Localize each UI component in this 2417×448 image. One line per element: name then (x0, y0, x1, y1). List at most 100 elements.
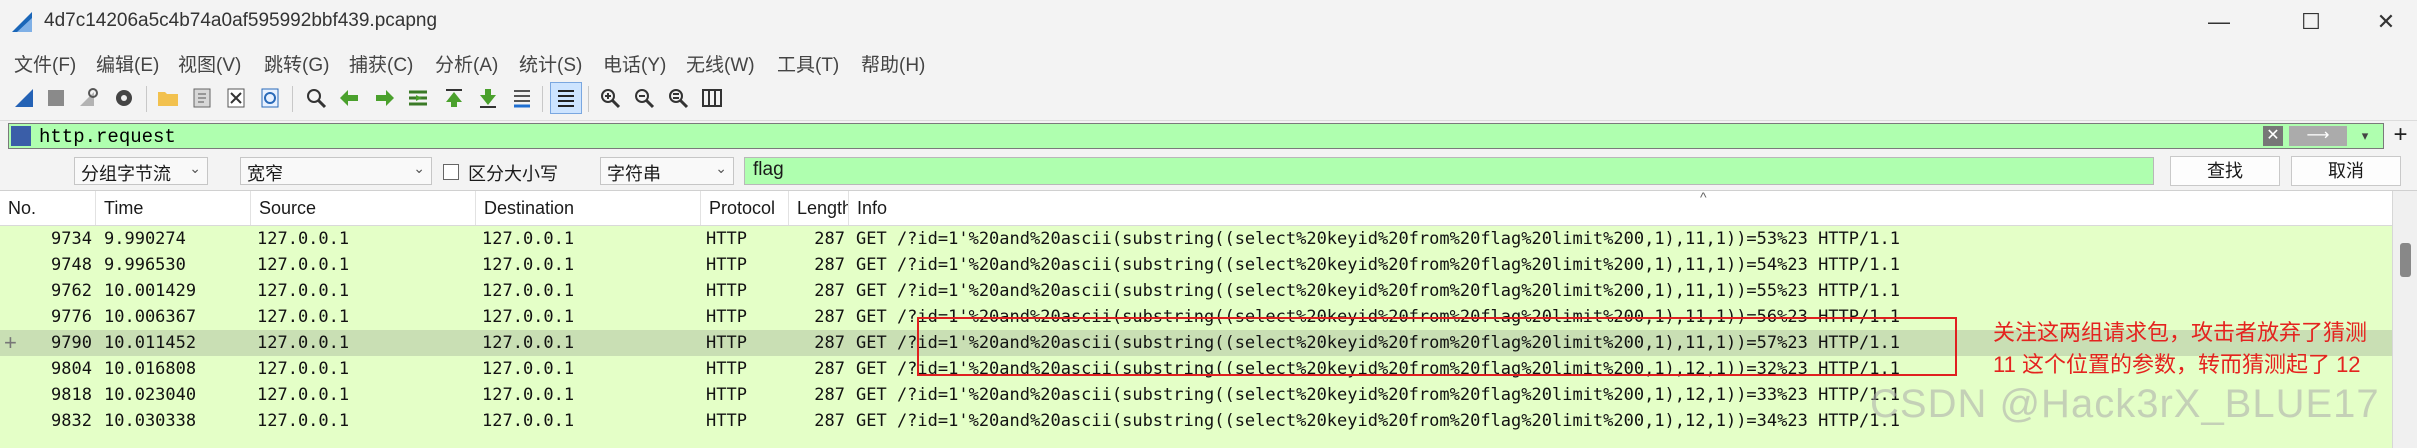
packet-protocol: HTTP (706, 255, 747, 275)
search-in-select[interactable]: 分组字节流 ⌄ (74, 157, 208, 185)
packet-time: 10.030338 (104, 411, 197, 431)
menu-go[interactable]: 跳转(G) (264, 50, 329, 77)
packet-list-header: No. Time Source Destination Protocol Len… (0, 189, 2392, 226)
packet-time: 10.001429 (104, 281, 197, 301)
packet-time: 9.996530 (104, 255, 186, 275)
menu-telephony[interactable]: 电话(Y) (603, 50, 666, 77)
packet-info: GET /?id=1'%20and%20ascii(substring((sel… (856, 229, 1900, 249)
packet-protocol: HTTP (706, 411, 747, 431)
packet-protocol: HTTP (706, 359, 747, 379)
column-destination[interactable]: Destination (476, 191, 701, 225)
go-forward-icon[interactable] (368, 82, 400, 114)
window-title: 4d7c14206a5c4b74a0af595992bbf439.pcapng (44, 10, 438, 31)
display-filter-bar: http.request ✕ ⟶ ▾ + (0, 121, 2417, 151)
packet-time: 10.006367 (104, 307, 197, 327)
zoom-in-icon[interactable] (594, 82, 626, 114)
menu-capture[interactable]: 捕获(C) (349, 50, 413, 77)
stop-icon[interactable] (40, 82, 72, 114)
packet-info: GET /?id=1'%20and%20ascii(substring((sel… (856, 359, 1900, 379)
menu-analyze[interactable]: 分析(A) (435, 50, 498, 77)
packet-length: 287 (814, 359, 845, 379)
display-filter-text: http.request (39, 126, 176, 148)
packet-no: 9832 (51, 411, 92, 431)
packet-time: 9.990274 (104, 229, 186, 249)
char-width-select[interactable]: 宽窄 ⌄ (240, 157, 432, 185)
packet-source: 127.0.0.1 (257, 333, 350, 353)
filter-history-dropdown[interactable]: ▾ (2355, 126, 2375, 146)
packet-info: GET /?id=1'%20and%20ascii(substring((sel… (856, 385, 1900, 405)
autoscroll-icon[interactable] (506, 82, 538, 114)
add-filter-button[interactable]: + (2384, 121, 2417, 151)
packet-info: GET /?id=1'%20and%20ascii(substring((sel… (856, 281, 1900, 301)
resize-columns-icon[interactable] (696, 82, 728, 114)
packet-info: GET /?id=1'%20and%20ascii(substring((sel… (856, 411, 1900, 431)
annotation-line-1: 关注这两组请求包，攻击者放弃了猜测 (1993, 320, 2368, 345)
restart-icon[interactable] (72, 82, 104, 114)
go-to-packet-icon[interactable] (402, 82, 434, 114)
display-filter-input[interactable]: http.request ✕ ⟶ ▾ (8, 123, 2384, 149)
chevron-down-icon: ⌄ (715, 160, 727, 176)
packet-no: 9734 (51, 229, 92, 249)
main-toolbar (0, 78, 2417, 121)
go-last-icon[interactable] (472, 82, 504, 114)
title-bar: 4d7c14206a5c4b74a0af595992bbf439.pcapng … (0, 0, 2417, 44)
packet-protocol: HTTP (706, 385, 747, 405)
packet-source: 127.0.0.1 (257, 255, 350, 275)
packet-source: 127.0.0.1 (257, 359, 350, 379)
packet-row[interactable]: 9762 10.001429 127.0.0.1 127.0.0.1 HTTP … (0, 278, 2392, 304)
menu-help[interactable]: 帮助(H) (861, 50, 925, 77)
colorize-icon[interactable] (550, 82, 582, 114)
packet-protocol: HTTP (706, 281, 747, 301)
column-no[interactable]: No. (0, 191, 96, 225)
open-folder-icon[interactable] (152, 82, 184, 114)
search-type-select[interactable]: 字符串 ⌄ (600, 157, 734, 185)
reload-icon[interactable] (254, 82, 286, 114)
case-sensitive-checkbox[interactable] (443, 164, 459, 180)
packet-no: 9748 (51, 255, 92, 275)
shark-fin-start-icon[interactable] (8, 82, 40, 114)
packet-destination: 127.0.0.1 (482, 333, 575, 353)
menu-statistics[interactable]: 统计(S) (519, 50, 582, 77)
close-window-button[interactable]: ✕ (2355, 0, 2417, 44)
menu-file[interactable]: 文件(F) (14, 50, 76, 77)
go-first-icon[interactable] (438, 82, 470, 114)
options-gear-icon[interactable] (108, 82, 140, 114)
column-length[interactable]: Length (789, 191, 849, 225)
column-protocol[interactable]: Protocol (701, 191, 789, 225)
close-file-icon[interactable] (220, 82, 252, 114)
search-input[interactable]: flag (744, 157, 2154, 185)
scrollbar-thumb[interactable] (2400, 243, 2411, 277)
packet-no: 9762 (51, 281, 92, 301)
packet-length: 287 (814, 255, 845, 275)
packet-row[interactable]: 9734 9.990274 127.0.0.1 127.0.0.1 HTTP 2… (0, 226, 2392, 252)
bookmark-icon[interactable] (11, 126, 31, 146)
go-back-icon[interactable] (334, 82, 366, 114)
column-source[interactable]: Source (251, 191, 476, 225)
clear-filter-icon[interactable]: ✕ (2263, 126, 2283, 146)
packet-row[interactable]: 9748 9.996530 127.0.0.1 127.0.0.1 HTTP 2… (0, 252, 2392, 278)
cancel-button[interactable]: 取消 (2291, 156, 2401, 186)
menu-tools[interactable]: 工具(T) (777, 50, 839, 77)
find-packet-bar: 分组字节流 ⌄ 宽窄 ⌄ 区分大小写 字符串 ⌄ flag 查找 取消 (0, 152, 2417, 191)
packet-length: 287 (814, 385, 845, 405)
menu-wireless[interactable]: 无线(W) (686, 50, 755, 77)
minimize-button[interactable]: — (2188, 0, 2250, 44)
menu-view[interactable]: 视图(V) (178, 50, 241, 77)
column-info[interactable]: Info (849, 191, 2392, 225)
packet-source: 127.0.0.1 (257, 281, 350, 301)
menu-edit[interactable]: 编辑(E) (96, 50, 159, 77)
maximize-button[interactable]: ☐ (2280, 0, 2342, 44)
save-file-icon[interactable] (186, 82, 218, 114)
find-button[interactable]: 查找 (2170, 156, 2280, 186)
packet-destination: 127.0.0.1 (482, 359, 575, 379)
zoom-out-icon[interactable] (628, 82, 660, 114)
packet-destination: 127.0.0.1 (482, 281, 575, 301)
find-packet-icon[interactable] (300, 82, 332, 114)
search-type-value: 字符串 (607, 164, 661, 184)
zoom-normal-icon[interactable] (662, 82, 694, 114)
annotation-text: 关注这两组请求包，攻击者放弃了猜测 11 这个位置的参数，转而猜测起了 12 (1993, 317, 2413, 381)
packet-destination: 127.0.0.1 (482, 229, 575, 249)
packet-no: 9776 (51, 307, 92, 327)
column-time[interactable]: Time (96, 191, 251, 225)
apply-filter-icon[interactable]: ⟶ (2289, 126, 2347, 146)
